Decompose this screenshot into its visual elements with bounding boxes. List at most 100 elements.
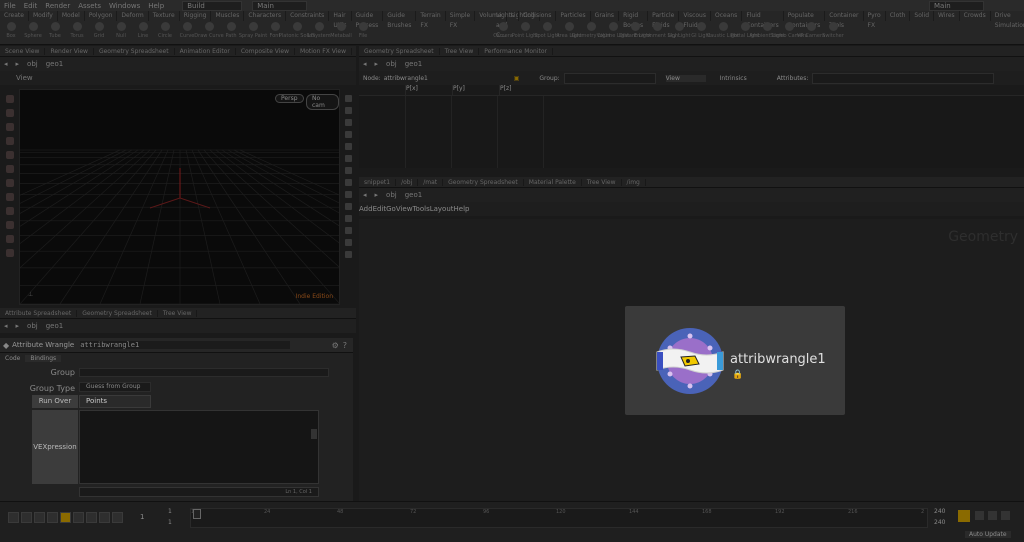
camera-icon[interactable] (344, 215, 352, 222)
shelf-tab-8[interactable]: Characters (244, 11, 287, 21)
snap-tool-icon[interactable] (5, 207, 14, 215)
background-icon[interactable] (344, 203, 352, 210)
view-dropdown[interactable]: View (665, 74, 706, 82)
isolate-icon[interactable] (344, 179, 352, 186)
3d-viewport[interactable]: Persp No cam Indie Edition ⊥ (19, 89, 340, 305)
menu-file[interactable]: File (0, 2, 20, 10)
stop-icon[interactable] (60, 512, 71, 523)
light-tool-switcher-button[interactable]: Switcher (822, 22, 844, 44)
handle-tool-icon[interactable] (5, 151, 14, 159)
param-tab-1[interactable]: Geometry Spreadsheet (77, 309, 158, 317)
stereo-icon[interactable] (344, 227, 352, 234)
forward-icon[interactable]: ▸ (371, 60, 383, 68)
shelf-tool-draw-curve-button[interactable]: Draw Curve (194, 22, 224, 44)
network-tab-3[interactable]: Geometry Spreadsheet (443, 178, 524, 186)
network-menu-item-2[interactable]: Go (386, 205, 396, 213)
shelf-tab-right-8[interactable]: Fluid Containers (742, 11, 784, 29)
step-forward-icon[interactable] (86, 512, 97, 523)
jump-end-icon[interactable] (112, 512, 123, 523)
node-info-popup[interactable]: attribwrangle1 🔒 (625, 306, 845, 415)
scene-tab-0[interactable]: Scene View (0, 47, 46, 55)
select-tool-icon[interactable] (5, 95, 14, 103)
shelf-tool-line-button[interactable]: Line (132, 22, 154, 44)
shelf-tool-platonic-solids-button[interactable]: Platonic Solids (279, 22, 315, 44)
shelf-tab-right-0[interactable]: Lights and C... (492, 11, 520, 39)
persp-button[interactable]: Persp (275, 94, 304, 103)
points-icon[interactable] (344, 143, 352, 150)
shelf-tool-metaball-button[interactable]: Metaball (330, 22, 352, 44)
back-icon[interactable]: ◂ (0, 60, 12, 68)
shelf-tool-box-button[interactable]: Box (0, 22, 22, 44)
ghost-icon[interactable] (344, 167, 352, 174)
shelf-tab-right-13[interactable]: Solid (910, 11, 935, 21)
scene-tab-4[interactable]: Composite View (236, 47, 296, 55)
forward-icon[interactable]: ▸ (371, 191, 383, 199)
editor-scrollbar[interactable] (311, 429, 317, 439)
view-tool-icon[interactable] (5, 193, 14, 201)
settings-icon[interactable] (1001, 511, 1010, 520)
desktop-select[interactable]: Build (182, 0, 243, 11)
obj-path[interactable]: obj (382, 60, 401, 68)
forward-icon[interactable]: ▸ (12, 60, 24, 68)
scene-tab-1[interactable]: Render View (45, 47, 94, 55)
context-select[interactable]: Main (252, 0, 308, 11)
shelf-tool-file-button[interactable]: File (352, 22, 374, 44)
end-frame-field-2[interactable]: 240 (934, 519, 945, 526)
geo-path[interactable]: geo1 (42, 322, 68, 330)
param-tab-0[interactable]: Attribute Spreadsheet (0, 309, 78, 317)
pose-tool-icon[interactable] (5, 165, 14, 173)
lighting-icon[interactable] (344, 107, 352, 114)
audio-icon[interactable] (975, 511, 984, 520)
light-tool-sky-light-button[interactable]: Sky Light (668, 22, 690, 44)
menu-help[interactable]: Help (144, 2, 168, 10)
back-icon[interactable]: ◂ (0, 322, 12, 330)
geo-path[interactable]: geo1 (401, 60, 427, 68)
shelf-tool-torus-button[interactable]: Torus (66, 22, 88, 44)
flipbook-icon[interactable] (5, 249, 14, 257)
shelf-tab-right-5[interactable]: Particle Fluids (648, 11, 680, 29)
realtime-icon[interactable] (988, 511, 997, 520)
attributes-field[interactable] (812, 72, 995, 84)
gear-icon[interactable]: ⚙ (332, 341, 339, 350)
obj-path[interactable]: obj (382, 191, 401, 199)
menu-edit[interactable]: Edit (20, 2, 42, 10)
scene-tab-5[interactable]: Motion FX View (295, 47, 352, 55)
network-tab-2[interactable]: /mat (418, 178, 444, 186)
key-icon[interactable] (958, 510, 970, 522)
rotate-tool-icon[interactable] (5, 123, 14, 131)
camera-button[interactable]: No cam (306, 94, 339, 110)
lock-icon[interactable]: 🔒 (732, 370, 743, 380)
light-tool-spot-light-button[interactable]: Spot Light (534, 22, 560, 44)
shelf-tab-5[interactable]: Texture (149, 11, 180, 21)
light-tool-point-light-button[interactable]: Point Light (512, 22, 538, 44)
shelf-tab-right-1[interactable]: Collisions (519, 11, 557, 21)
shelf-tab-13[interactable]: Terrain FX (416, 11, 446, 29)
shelf-tool-spray-paint-button[interactable]: Spray Paint (239, 22, 267, 44)
shelf-tool-l-system-button[interactable]: L-System (307, 22, 331, 44)
menu-assets[interactable]: Assets (74, 2, 105, 10)
wireframe-icon[interactable] (344, 119, 352, 126)
end-frame-field[interactable]: 240 (934, 508, 945, 515)
geo-path[interactable]: geo1 (42, 60, 68, 68)
shelf-tab-1[interactable]: Modify (29, 11, 58, 21)
shelf-tab-12[interactable]: Guide Brushes (383, 11, 417, 29)
template-icon[interactable] (344, 191, 352, 198)
scene-tab-2[interactable]: Geometry Spreadsheet (94, 47, 175, 55)
node-name-field[interactable]: attribwrangle1 (80, 341, 291, 349)
shelf-tab-right-16[interactable]: Drive Simulation (991, 11, 1024, 29)
network-menu-item-1[interactable]: Edit (373, 205, 387, 213)
tab-code[interactable]: Code (0, 355, 25, 362)
back-icon[interactable]: ◂ (359, 191, 371, 199)
shelf-tab-11[interactable]: Guide Process (352, 11, 384, 29)
display-options-icon[interactable] (344, 95, 352, 102)
shelf-tab-right-3[interactable]: Grains (591, 11, 620, 21)
shelf-tab-right-9[interactable]: Populate Containers (784, 11, 826, 29)
light-tool-camera-button[interactable]: Camera (492, 22, 514, 44)
network-tab-6[interactable]: /img (622, 178, 646, 186)
shelf-tab-right-10[interactable]: Container Tools (825, 11, 864, 29)
shelf-tab-right-14[interactable]: Wires (934, 11, 960, 21)
tab-bindings[interactable]: Bindings (25, 354, 62, 362)
network-menu-item-3[interactable]: View (396, 205, 413, 213)
normals-icon[interactable] (344, 155, 352, 162)
light-tool-vr-camera-button[interactable]: VR Camera (797, 22, 825, 44)
